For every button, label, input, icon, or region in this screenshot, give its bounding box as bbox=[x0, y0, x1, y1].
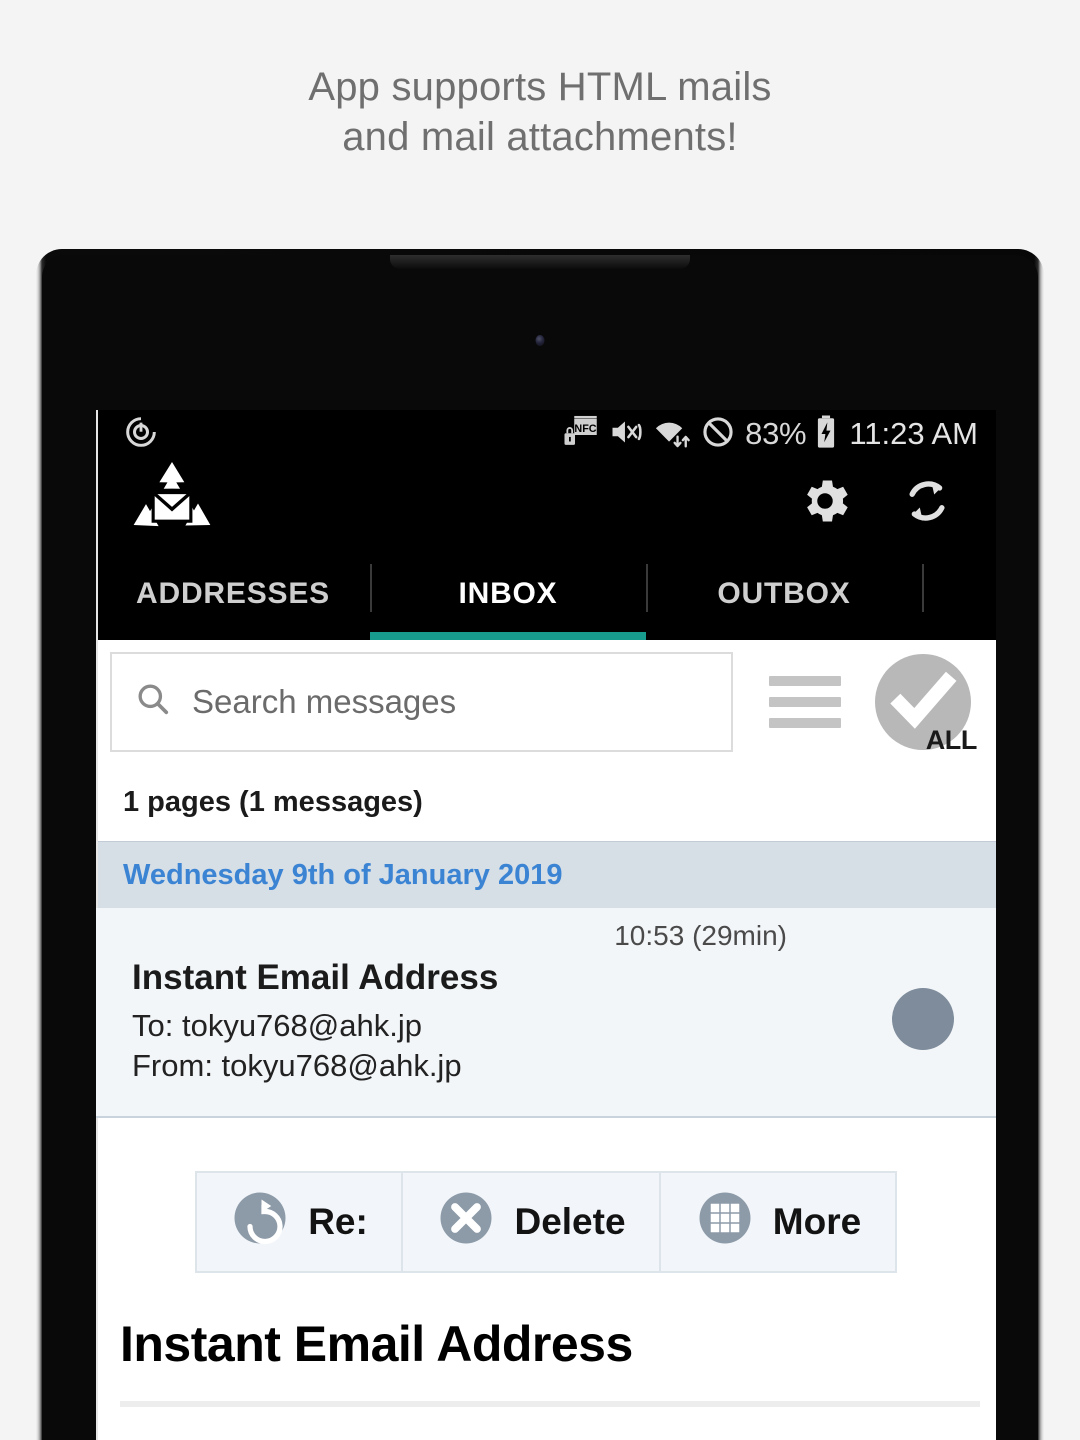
mute-vibrate-icon bbox=[608, 414, 644, 455]
status-bar: NFC 83% 11:23 AM bbox=[96, 410, 996, 458]
reply-icon bbox=[230, 1188, 290, 1257]
mail-divider bbox=[120, 1401, 980, 1407]
front-camera-icon bbox=[535, 335, 545, 346]
battery-percent-label: 83% bbox=[745, 416, 807, 451]
delete-button[interactable]: Delete bbox=[401, 1173, 659, 1271]
date-header: Wednesday 9th of January 2019 bbox=[96, 841, 996, 908]
reply-button[interactable]: Re: bbox=[197, 1173, 401, 1271]
search-box[interactable] bbox=[110, 651, 733, 752]
hamburger-menu-icon[interactable] bbox=[769, 675, 841, 728]
battery-charging-icon bbox=[815, 414, 837, 455]
filter-all-button[interactable]: ALL bbox=[875, 653, 977, 755]
message-list-item[interactable]: 10:53 (29min) Instant Email Address To: … bbox=[96, 908, 996, 1118]
message-to: To: tokyu768@ahk.jp bbox=[132, 1008, 422, 1043]
app-bar bbox=[96, 458, 996, 548]
more-label: More bbox=[772, 1201, 862, 1242]
search-input[interactable] bbox=[192, 682, 692, 721]
tab-inbox[interactable]: INBOX bbox=[370, 548, 646, 640]
svg-text:NFC: NFC bbox=[575, 423, 597, 435]
tab-outbox[interactable]: OUTBOX bbox=[646, 548, 922, 640]
tab-bar: ADDRESSES INBOX OUTBOX bbox=[96, 548, 996, 640]
speaker-notch bbox=[390, 255, 690, 269]
reply-label: Re: bbox=[308, 1201, 368, 1242]
tab-overflow[interactable] bbox=[922, 548, 996, 640]
delete-label: Delete bbox=[514, 1201, 626, 1242]
tablet-device: NFC 83% 11:23 AM ADDRESSES INBOX OUTBOX … bbox=[36, 249, 1044, 1440]
message-subject: Instant Email Address bbox=[132, 958, 499, 997]
device-screen: NFC 83% 11:23 AM ADDRESSES INBOX OUTBOX … bbox=[96, 410, 996, 1440]
promo-line-1: App supports HTML mails bbox=[308, 65, 772, 109]
page-count: 1 pages (1 messages) bbox=[96, 763, 996, 841]
device-bezel: NFC 83% 11:23 AM ADDRESSES INBOX OUTBOX … bbox=[42, 255, 1038, 1440]
status-bar-left bbox=[124, 415, 158, 454]
search-icon bbox=[134, 680, 172, 723]
promo-line-2: and mail attachments! bbox=[342, 115, 738, 159]
tab-addresses-label: ADDRESSES bbox=[136, 577, 330, 610]
grid-more-icon bbox=[695, 1188, 755, 1257]
delete-x-icon bbox=[436, 1188, 496, 1257]
wifi-transfer-icon bbox=[653, 414, 691, 455]
nfc-lock-icon: NFC bbox=[563, 414, 599, 455]
status-clock: 11:23 AM bbox=[849, 416, 978, 451]
do-not-disturb-icon bbox=[700, 414, 736, 455]
refresh-sync-icon[interactable] bbox=[900, 472, 954, 535]
promo-headline: App supports HTML mails and mail attachm… bbox=[0, 62, 1080, 162]
filter-all-label: ALL bbox=[925, 724, 978, 755]
status-bar-right: NFC 83% 11:23 AM bbox=[563, 414, 978, 455]
search-row: ALL bbox=[96, 640, 996, 763]
message-time: 10:53 (29min) bbox=[614, 920, 787, 951]
app-bar-actions bbox=[796, 472, 954, 535]
gear-icon[interactable] bbox=[796, 472, 854, 535]
tab-inbox-label: INBOX bbox=[458, 577, 558, 610]
message-from: From: tokyu768@ahk.jp bbox=[132, 1048, 462, 1083]
mail-title: Instant Email Address bbox=[120, 1316, 633, 1372]
tab-outbox-label: OUTBOX bbox=[717, 577, 851, 610]
message-status-dot[interactable] bbox=[892, 988, 954, 1050]
action-bar: Re: Delete More bbox=[195, 1171, 897, 1273]
power-standby-icon bbox=[124, 415, 158, 454]
action-bar-wrapper: Re: Delete More bbox=[96, 1118, 996, 1315]
more-button[interactable]: More bbox=[659, 1173, 895, 1271]
tab-addresses[interactable]: ADDRESSES bbox=[96, 548, 370, 640]
mail-body: Instant Email Address bbox=[96, 1315, 996, 1407]
recycle-envelope-logo bbox=[130, 461, 214, 545]
